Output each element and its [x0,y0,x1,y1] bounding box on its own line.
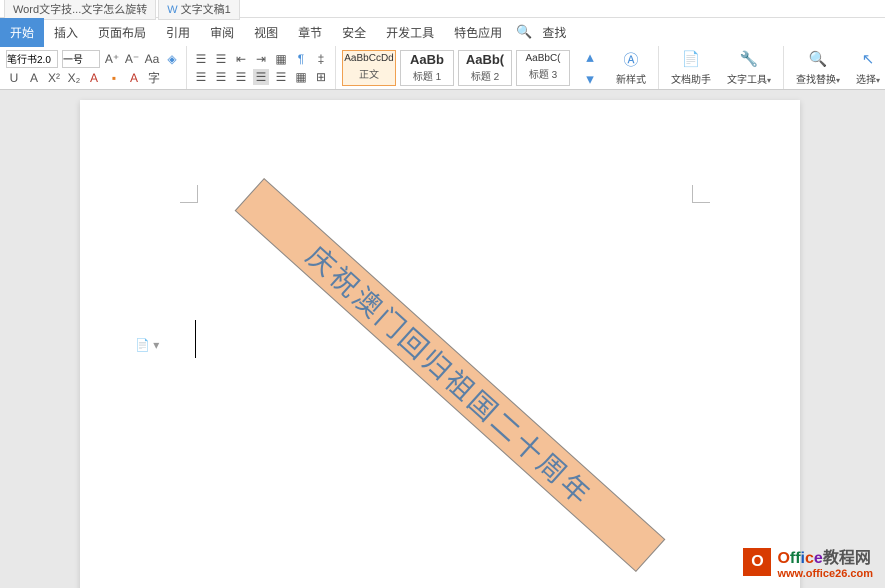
select-label: 选择 [856,75,876,86]
tools-group: 📄 文档助手 🔧 文字工具▾ [659,46,784,89]
watermark: O Office教程网 www.office26.com [743,544,873,580]
font-family-select[interactable] [6,50,58,68]
font-size-select[interactable] [62,50,100,68]
number-list-icon[interactable]: ☰ [213,51,229,67]
align-center-icon[interactable]: ☰ [213,69,229,85]
document-page[interactable]: 📄 ▾ 庆祝澳门回归祖国二十周年 [80,100,800,588]
menu-chapter[interactable]: 章节 [288,18,332,47]
margin-corner-tl [180,185,198,203]
find-replace-label: 查找替换 [796,75,836,86]
font-color-icon[interactable]: A [86,70,102,86]
menu-insert[interactable]: 插入 [44,18,88,47]
style-heading1[interactable]: AaBb 标题 1 [400,50,454,86]
style-heading2[interactable]: AaBb( 标题 2 [458,50,512,86]
clear-format-icon[interactable]: ◈ [164,51,180,67]
margin-corner-tr [692,185,710,203]
chevron-up-icon: ▴ [580,47,600,67]
style-heading3[interactable]: AaBbC( 标题 3 [516,50,570,86]
doc-helper-icon: 📄 [681,49,701,69]
menu-security[interactable]: 安全 [332,18,376,47]
new-style-label: 新样式 [616,71,646,86]
menu-start[interactable]: 开始 [0,18,44,47]
style-normal[interactable]: AaBbCcDd 正文 [342,50,396,86]
paragraph-group: ☰ ☰ ⇤ ⇥ ▦ ¶ ‡ ☰ ☰ ☰ ☰ ☰ ▦ ⊞ [187,46,336,89]
new-style-icon: Ⓐ [621,49,641,69]
rotated-textbox[interactable]: 庆祝澳门回归祖国二十周年 [235,178,666,572]
styles-group: AaBbCcDd 正文 AaBb 标题 1 AaBb( 标题 2 AaBbC( … [336,46,659,89]
superscript-icon[interactable]: X² [46,70,62,86]
magnifier-icon: 🔍 [808,49,828,69]
cursor-icon: ↖ [858,49,878,69]
watermark-url: www.office26.com [777,568,873,580]
style-preview: AaBb( [466,53,504,66]
search-icon[interactable]: 🔍 [516,24,532,40]
sort-icon[interactable]: ▦ [273,51,289,67]
character-border-icon[interactable]: 字 [146,70,162,86]
align-left-icon[interactable]: ☰ [193,69,209,85]
office-logo-icon: O [743,548,771,576]
watermark-title: Office教程网 [777,544,873,568]
menu-layout[interactable]: 页面布局 [88,18,156,47]
decrease-font-icon[interactable]: A⁻ [124,51,140,67]
style-label: 正文 [359,66,379,81]
new-style-button[interactable]: Ⓐ 新样式 [610,47,652,88]
rotated-text-content: 庆祝澳门回归祖国二十周年 [298,236,601,515]
style-label: 标题 2 [471,68,499,83]
font-group: A⁺ A⁻ Aa ◈ U A X² X₂ A ▪ A 字 [0,46,187,89]
find-group: 🔍 查找替换▾ ↖ 选择▾ [784,46,885,89]
style-label: 标题 1 [413,68,441,83]
doc-helper-label: 文档助手 [671,71,711,86]
wrench-icon: 🔧 [739,49,759,69]
dropdown-icon: ▾ [836,76,840,85]
doc-tab-2-label: 文字文稿1 [181,4,231,16]
style-label: 标题 3 [529,66,557,81]
dropdown-icon: ▾ [876,76,880,85]
distribute-icon[interactable]: ☰ [273,69,289,85]
align-justify-icon[interactable]: ☰ [253,69,269,85]
borders-icon[interactable]: ⊞ [313,69,329,85]
line-spacing-icon[interactable]: ‡ [313,51,329,67]
text-cursor [195,320,196,358]
menu-dev[interactable]: 开发工具 [376,18,444,47]
strikethrough-icon[interactable]: A [26,70,42,86]
text-tool-button[interactable]: 🔧 文字工具▾ [721,47,777,88]
show-marks-icon[interactable]: ¶ [293,51,309,67]
style-preview: AaBb [410,53,444,66]
document-canvas[interactable]: 📄 ▾ 庆祝澳门回归祖国二十周年 [0,90,885,588]
text-tool-label: 文字工具 [727,75,767,86]
outdent-icon[interactable]: ⇤ [233,51,249,67]
menu-special[interactable]: 特色应用 [444,18,512,47]
text-effect-icon[interactable]: A [126,70,142,86]
ribbon-toolbar: A⁺ A⁻ Aa ◈ U A X² X₂ A ▪ A 字 ☰ ☰ ⇤ ⇥ ▦ ¶… [0,46,885,90]
menu-reference[interactable]: 引用 [156,18,200,47]
underline-icon[interactable]: U [6,70,22,86]
subscript-icon[interactable]: X₂ [66,70,82,86]
highlight-icon[interactable]: ▪ [106,70,122,86]
style-nav[interactable]: ▴ ▾ [574,45,606,91]
align-right-icon[interactable]: ☰ [233,69,249,85]
word-icon: W [167,4,177,16]
indent-icon[interactable]: ⇥ [253,51,269,67]
bullet-list-icon[interactable]: ☰ [193,51,209,67]
select-button[interactable]: ↖ 选择▾ [850,47,885,88]
main-menu: 开始 插入 页面布局 引用 审阅 视图 章节 安全 开发工具 特色应用 🔍 查找 [0,18,885,46]
document-tabs: Word文字技...文字怎么旋转 W文字文稿1 [0,0,885,18]
menu-view[interactable]: 视图 [244,18,288,47]
find-replace-button[interactable]: 🔍 查找替换▾ [790,47,846,88]
menu-review[interactable]: 审阅 [200,18,244,47]
chevron-down-icon: ▾ [580,69,600,89]
shading-icon[interactable]: ▦ [293,69,309,85]
paragraph-mark-icon: 📄 ▾ [135,338,159,352]
doc-helper-button[interactable]: 📄 文档助手 [665,47,717,88]
change-case-icon[interactable]: Aa [144,51,160,67]
style-preview: AaBbCcDd [344,54,393,64]
style-preview: AaBbC( [525,54,560,64]
increase-font-icon[interactable]: A⁺ [104,51,120,67]
menu-search[interactable]: 查找 [532,18,576,47]
dropdown-icon: ▾ [767,76,771,85]
